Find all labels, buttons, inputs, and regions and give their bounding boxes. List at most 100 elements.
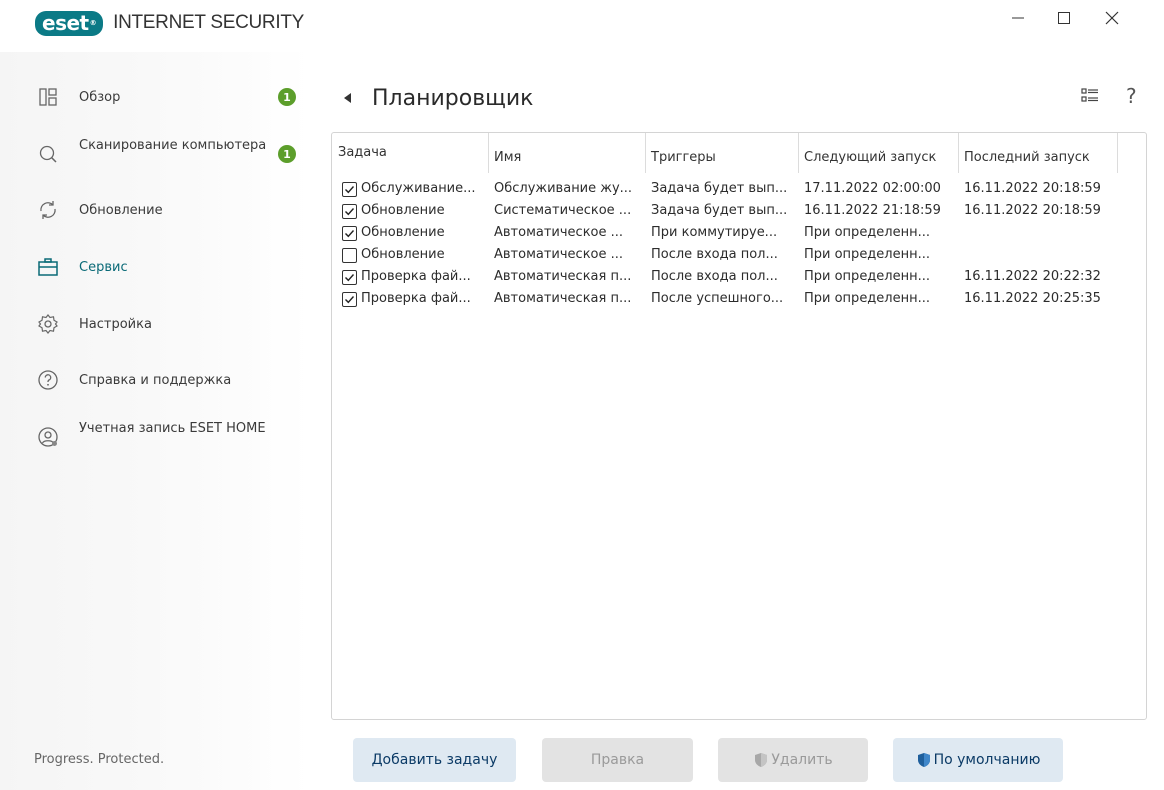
- task-enabled-checkbox[interactable]: [342, 291, 357, 307]
- sidebar-item-label: Сервис: [79, 259, 128, 275]
- last-run-cell: 16.11.2022 20:25:35: [964, 291, 1101, 306]
- edit-label: Правка: [590, 752, 645, 768]
- sidebar: Обзор 1 Сканирование компьютера 1 Обновл…: [0, 52, 310, 790]
- next-run-cell: При определенн...: [804, 225, 931, 240]
- task-name-cell: Автоматическая п...: [494, 269, 632, 284]
- column-header-triggers[interactable]: Триггеры: [646, 133, 799, 173]
- delete-button[interactable]: Удалить: [718, 738, 868, 782]
- gear-icon: [38, 314, 58, 334]
- trigger-cell: Задача будет вып...: [651, 181, 788, 196]
- shield-icon: [917, 753, 930, 767]
- checkmark-icon: [345, 229, 355, 237]
- app-logo: eset® INTERNET SECURITY: [35, 10, 304, 36]
- last-run-cell: [959, 244, 1118, 266]
- table-row[interactable]: Обновление Автоматическое ... При коммутир…: [332, 222, 1132, 244]
- table-row[interactable]: Проверка фай... Автоматическая п... После …: [332, 266, 1132, 288]
- column-header-next-run[interactable]: Следующий запуск: [799, 133, 959, 173]
- column-header-name[interactable]: Имя: [489, 133, 646, 173]
- task-enabled-checkbox[interactable]: [342, 203, 357, 219]
- checkmark-icon: [345, 185, 355, 193]
- help-button[interactable]: ?: [1126, 84, 1137, 108]
- sidebar-item-overview[interactable]: Обзор 1: [0, 77, 310, 117]
- task-name-cell: Автоматическое ...: [494, 225, 624, 240]
- task-name-cell: Систематическое ...: [494, 203, 632, 218]
- delete-label: Удалить: [771, 752, 833, 768]
- maximize-button[interactable]: [1041, 0, 1087, 36]
- task-enabled-checkbox[interactable]: [342, 269, 357, 285]
- checkmark-icon: [345, 295, 355, 303]
- back-arrow-icon[interactable]: [340, 90, 356, 106]
- close-icon: [1105, 11, 1119, 25]
- edit-button[interactable]: Правка: [542, 738, 693, 782]
- sidebar-item-label: Сканирование компьютера: [79, 138, 267, 153]
- sidebar-item-label: Учетная запись ESET HOME: [79, 421, 266, 436]
- sidebar-item-update[interactable]: Обновление: [0, 190, 310, 230]
- scan-icon: [39, 145, 57, 163]
- column-header-last-run[interactable]: Последний запуск: [959, 133, 1118, 173]
- notification-badge: 1: [278, 145, 296, 163]
- table-row[interactable]: Обновление Систематическое ... Задача буде…: [332, 200, 1132, 222]
- last-run-cell: [959, 222, 1118, 244]
- shield-icon: [755, 753, 768, 767]
- briefcase-icon: [38, 258, 58, 276]
- task-enabled-checkbox[interactable]: [342, 247, 357, 263]
- sidebar-item-service[interactable]: Сервис: [0, 247, 310, 287]
- next-run-cell: При определенн...: [804, 291, 931, 306]
- sidebar-item-label: Обновление: [79, 202, 163, 218]
- column-header-task[interactable]: Задача: [332, 133, 489, 173]
- sidebar-item-label: Настройка: [79, 316, 152, 332]
- next-run-cell: При определенн...: [804, 269, 931, 284]
- scheduler-table: Задача Имя Триггеры Следующий запуск Пос…: [331, 132, 1147, 720]
- checkmark-icon: [345, 207, 355, 215]
- task-type-label: Проверка фай...: [361, 291, 471, 306]
- close-button[interactable]: [1089, 0, 1135, 36]
- task-type-label: Обновление: [361, 225, 445, 240]
- task-type-label: Проверка фай...: [361, 269, 471, 284]
- maximize-icon: [1058, 12, 1070, 24]
- minimize-button[interactable]: [995, 0, 1041, 36]
- task-type-label: Обновление: [361, 203, 445, 218]
- task-cell: Обслуживание...: [332, 178, 489, 200]
- table-row[interactable]: Обновление Автоматическое ... После входа …: [332, 244, 1132, 266]
- task-cell: Обновление: [332, 244, 489, 266]
- tagline: Progress. Protected.: [34, 752, 165, 767]
- task-type-label: Обновление: [361, 247, 445, 262]
- notification-badge: 1: [278, 88, 296, 106]
- task-cell: Проверка фай...: [332, 266, 489, 288]
- sidebar-item-label: Обзор: [79, 89, 121, 105]
- list-view-icon[interactable]: [1081, 86, 1099, 104]
- trigger-cell: После успешного...: [651, 291, 784, 306]
- table-header: Задача Имя Триггеры Следующий запуск Пос…: [332, 133, 1118, 173]
- table-row[interactable]: Обслуживание... Обслуживание жу... Задача …: [332, 178, 1132, 200]
- task-enabled-checkbox[interactable]: [342, 181, 357, 197]
- last-run-cell: 16.11.2022 20:18:59: [964, 181, 1101, 196]
- restore-default-button[interactable]: По умолчанию: [893, 738, 1063, 782]
- task-enabled-checkbox[interactable]: [342, 225, 357, 241]
- account-icon: [38, 427, 58, 447]
- task-name-cell: Автоматическая п...: [494, 291, 632, 306]
- next-run-cell: 16.11.2022 21:18:59: [804, 203, 941, 218]
- task-name-cell: Обслуживание жу...: [494, 181, 633, 196]
- sidebar-item-help[interactable]: Справка и поддержка: [0, 360, 310, 400]
- table-row[interactable]: Проверка фай... Автоматическая п... После …: [332, 288, 1132, 310]
- product-name: INTERNET SECURITY: [113, 12, 304, 33]
- task-cell: Обновление: [332, 222, 489, 244]
- last-run-cell: 16.11.2022 20:18:59: [964, 203, 1101, 218]
- next-run-cell: При определенн...: [804, 247, 931, 262]
- add-task-button[interactable]: Добавить задачу: [353, 738, 516, 782]
- sidebar-item-scan[interactable]: Сканирование компьютера 1: [0, 134, 310, 174]
- minimize-icon: [1012, 17, 1024, 19]
- overview-icon: [39, 88, 57, 106]
- title-bar: eset® INTERNET SECURITY: [0, 0, 1164, 52]
- update-icon: [40, 201, 56, 219]
- trigger-cell: Задача будет вып...: [651, 203, 788, 218]
- page-header: Планировщик: [340, 80, 533, 116]
- task-cell: Проверка фай...: [332, 288, 489, 310]
- sidebar-item-label: Справка и поддержка: [79, 372, 232, 388]
- task-name-cell: Автоматическое ...: [494, 247, 624, 262]
- page-title: Планировщик: [372, 85, 534, 111]
- trigger-cell: При коммутируе...: [651, 225, 778, 240]
- sidebar-item-account[interactable]: Учетная запись ESET HOME: [0, 417, 310, 457]
- help-icon: [38, 370, 58, 390]
- sidebar-item-settings[interactable]: Настройка: [0, 304, 310, 344]
